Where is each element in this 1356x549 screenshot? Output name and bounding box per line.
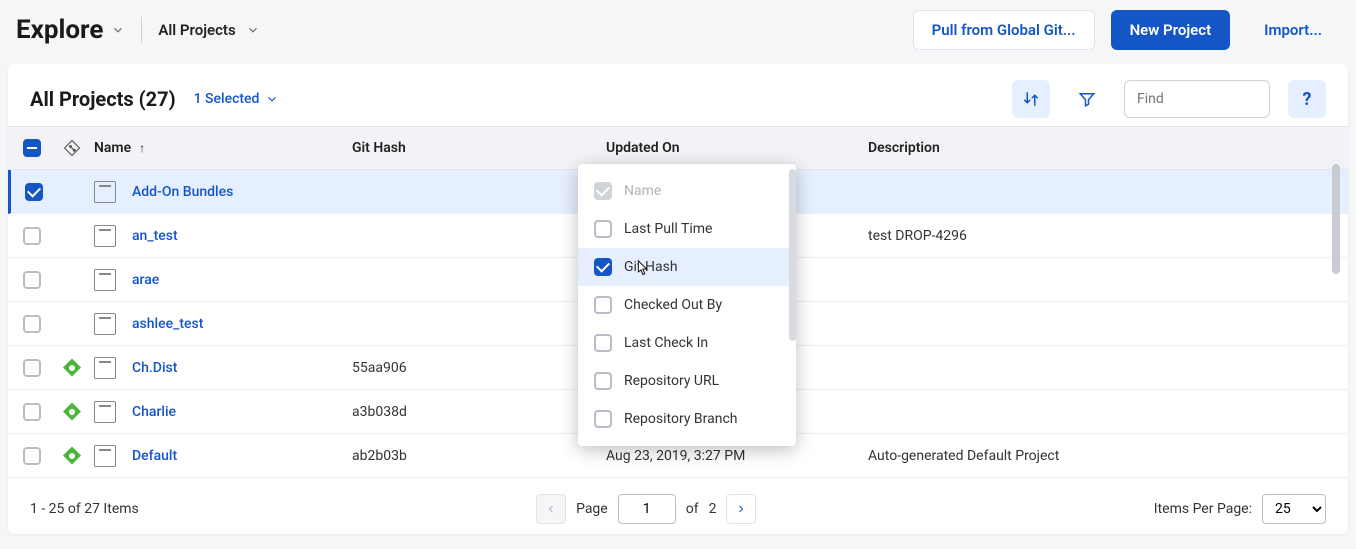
vertical-scrollbar[interactable]	[1332, 164, 1340, 274]
pull-global-git-button[interactable]: Pull from Global Git...	[913, 10, 1095, 50]
cell-updated: Aug 23, 2019, 3:27 PM	[576, 448, 846, 464]
ipp-label: Items Per Page:	[1154, 501, 1252, 517]
column-option-label: Git Hash	[624, 259, 678, 275]
project-link[interactable]: ashlee_test	[132, 316, 203, 332]
divider	[141, 17, 142, 43]
column-chooser-dropdown: Name Last Pull Time Git Hash Checked Out By…	[578, 164, 796, 446]
git-icon	[63, 403, 81, 421]
column-header-description[interactable]: Description	[846, 140, 1348, 156]
column-option[interactable]: Repository Branch	[578, 400, 796, 438]
project-link[interactable]: an_test	[132, 228, 178, 244]
column-option[interactable]: Repository URL	[578, 362, 796, 400]
column-option-checkbox[interactable]	[594, 410, 612, 428]
column-option-checkbox[interactable]	[594, 220, 612, 238]
page-label: Page	[576, 501, 608, 517]
row-checkbox[interactable]	[25, 183, 43, 201]
project-link[interactable]: arae	[132, 272, 159, 288]
chevron-left-icon	[545, 503, 557, 515]
column-option: Name	[578, 172, 796, 210]
project-icon	[94, 401, 116, 423]
project-icon	[94, 225, 116, 247]
of-label: of	[686, 501, 699, 517]
filter-icon	[1078, 90, 1096, 108]
row-checkbox[interactable]	[23, 227, 41, 245]
dropdown-scrollbar[interactable]	[789, 169, 796, 341]
project-icon	[94, 445, 116, 467]
pagination: Page of 2	[536, 494, 756, 524]
sort-button[interactable]	[1012, 80, 1050, 118]
column-option-checkbox[interactable]	[594, 372, 612, 390]
breadcrumb-dropdown[interactable]: All Projects	[158, 21, 259, 39]
row-checkbox[interactable]	[23, 271, 41, 289]
project-icon	[94, 269, 116, 291]
help-button[interactable]: ?	[1288, 80, 1326, 118]
column-option-label: Last Pull Time	[624, 221, 712, 237]
chevron-right-icon	[735, 503, 747, 515]
column-option[interactable]: Last Pull Time	[578, 210, 796, 248]
selected-dropdown[interactable]: 1 Selected	[194, 91, 280, 107]
page-title-dropdown[interactable]: Explore	[16, 15, 125, 45]
selected-count: 1 Selected	[194, 91, 260, 107]
column-option-checkbox[interactable]	[594, 258, 612, 276]
breadcrumb-label: All Projects	[158, 21, 235, 39]
column-option-checkbox[interactable]	[594, 334, 612, 352]
project-link[interactable]: Add-On Bundles	[132, 184, 233, 200]
items-range: 1 - 25 of 27 Items	[30, 501, 139, 517]
column-option[interactable]: Last Check In	[578, 324, 796, 362]
sort-asc-icon: ↑	[139, 141, 145, 155]
git-icon	[63, 447, 81, 465]
column-option-checkbox[interactable]	[594, 296, 612, 314]
select-all-checkbox[interactable]	[23, 139, 41, 157]
column-option-label: Last Check In	[624, 335, 708, 351]
project-icon	[94, 357, 116, 379]
cell-githash: a3b038d	[346, 404, 576, 420]
project-icon	[94, 313, 116, 335]
column-header-updated[interactable]: Updated On	[576, 140, 846, 156]
list-header: All Projects (27) 1 Selected ?	[8, 64, 1348, 126]
project-icon	[94, 181, 116, 203]
row-checkbox[interactable]	[23, 359, 41, 377]
page-input[interactable]	[618, 494, 676, 524]
row-checkbox[interactable]	[23, 403, 41, 421]
column-header-githash[interactable]: Git Hash	[346, 140, 576, 156]
import-button[interactable]: Import...	[1246, 11, 1340, 49]
search-input[interactable]	[1124, 80, 1270, 118]
project-link[interactable]: Ch.Dist	[132, 360, 177, 376]
sort-icon	[1022, 90, 1040, 108]
column-header-name[interactable]: Name↑	[88, 140, 346, 156]
column-option-label: Checked Out By	[624, 297, 722, 313]
column-option[interactable]: Checked Out By	[578, 286, 796, 324]
cell-githash: 55aa906	[346, 360, 576, 376]
chevron-down-icon	[265, 92, 279, 106]
cell-description: test DROP-4296	[846, 228, 1348, 244]
items-per-page-select[interactable]: 25	[1262, 494, 1326, 524]
column-option-checkbox	[594, 182, 612, 200]
column-option-label: Name	[624, 183, 661, 199]
top-bar: Explore All Projects Pull from Global Gi…	[0, 0, 1356, 64]
total-pages: 2	[709, 501, 717, 517]
new-project-button[interactable]: New Project	[1111, 10, 1231, 50]
git-column-icon	[63, 139, 81, 157]
cell-githash: ab2b03b	[346, 448, 576, 464]
table-footer: 1 - 25 of 27 Items Page of 2 Items Per P…	[8, 480, 1348, 534]
next-page-button[interactable]	[726, 494, 756, 524]
project-link[interactable]: Charlie	[132, 404, 176, 420]
row-checkbox[interactable]	[23, 315, 41, 333]
git-icon	[63, 359, 81, 377]
row-checkbox[interactable]	[23, 447, 41, 465]
main-panel: All Projects (27) 1 Selected ? Name↑ Git…	[8, 64, 1348, 534]
list-title: All Projects (27)	[30, 87, 176, 111]
chevron-down-icon	[246, 23, 260, 37]
project-link[interactable]: Default	[132, 448, 177, 464]
column-option-label: Repository URL	[624, 373, 719, 389]
column-option-label: Repository Branch	[624, 411, 738, 427]
chevron-down-icon	[111, 23, 125, 37]
page-title: Explore	[16, 15, 103, 45]
cell-description: Auto-generated Default Project	[846, 448, 1348, 464]
filter-button[interactable]	[1068, 80, 1106, 118]
prev-page-button[interactable]	[536, 494, 566, 524]
column-option[interactable]: Git Hash	[578, 248, 796, 286]
